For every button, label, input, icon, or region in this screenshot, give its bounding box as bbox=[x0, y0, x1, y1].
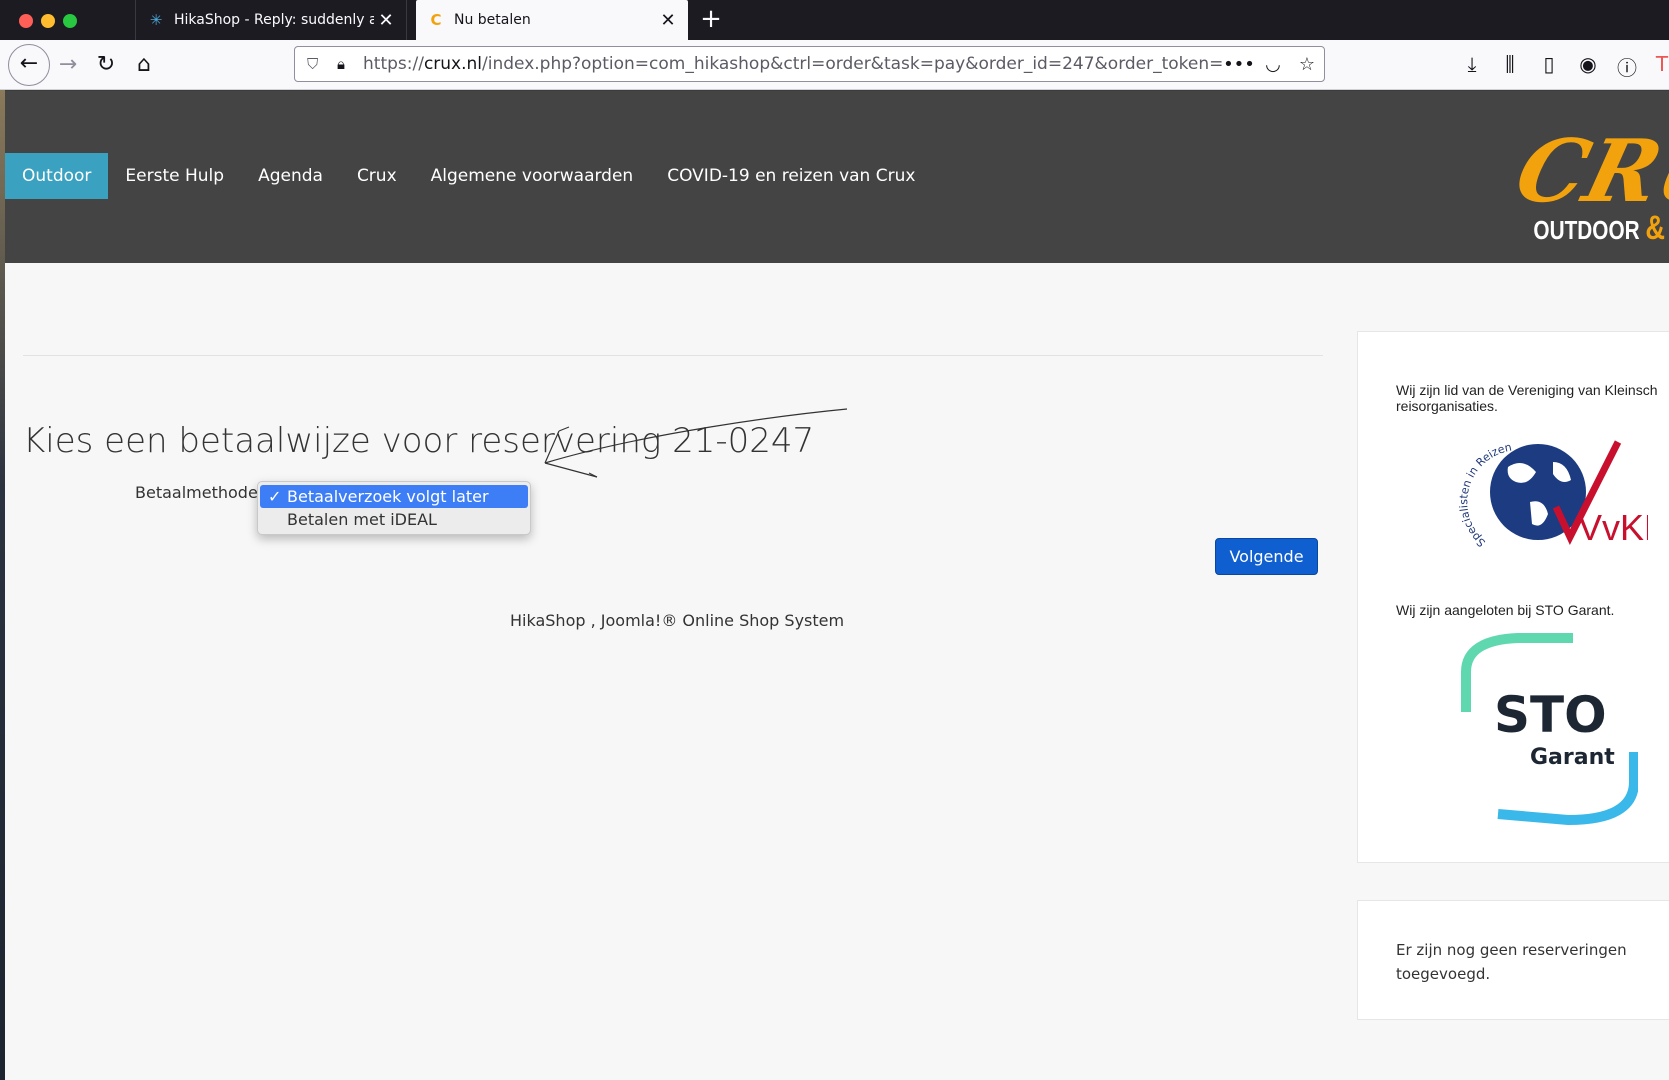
menu-item-eerste-hulp[interactable]: Eerste Hulp bbox=[108, 153, 241, 199]
back-button[interactable]: ← bbox=[8, 44, 50, 86]
svg-text:STO: STO bbox=[1494, 686, 1607, 744]
menu-item-algemene-voorwaarden[interactable]: Algemene voorwaarden bbox=[414, 153, 651, 199]
sidebar-icon[interactable]: ▯ bbox=[1535, 52, 1563, 76]
crux-favicon-icon: C bbox=[430, 11, 442, 29]
membership-panel: Wij zijn lid van de Vereniging van Klein… bbox=[1357, 331, 1669, 863]
vvkr-text-line1: Wij zijn lid van de Vereniging van Klein… bbox=[1396, 382, 1658, 398]
sto-garant-logo[interactable]: STO Garant bbox=[1458, 632, 1638, 827]
minimize-window-button[interactable] bbox=[41, 14, 55, 28]
checkmark-icon: ✓ bbox=[268, 487, 282, 506]
payment-option-betaalverzoek[interactable]: ✓ Betaalverzoek volgt later bbox=[260, 485, 528, 508]
shop-footer-text: HikaShop , Joomla!® Online Shop System bbox=[510, 611, 845, 630]
url-bar[interactable]: ⛉ 🔒︎ https://crux.nl/index.php?option=co… bbox=[294, 46, 1325, 82]
tab-title: HikaShop - Reply: suddenly a p bbox=[174, 12, 374, 28]
hikashop-favicon-icon: ✳ bbox=[149, 11, 163, 29]
sto-text: Wij zijn aangeloten bij STO Garant. bbox=[1396, 602, 1615, 618]
tab-nu-betalen[interactable]: C Nu betalen ✕ bbox=[416, 0, 688, 40]
payment-method-dropdown[interactable]: ✓ Betaalverzoek volgt later Betalen met … bbox=[257, 481, 531, 535]
home-button[interactable]: ⌂ bbox=[126, 47, 162, 83]
reservations-panel: Er zijn nog geen reserveringen toegevoeg… bbox=[1357, 900, 1669, 1020]
tracking-protection-shield-icon[interactable]: ⛉ bbox=[307, 55, 323, 73]
close-window-button[interactable] bbox=[19, 14, 33, 28]
page-content: Kies een betaalwijze voor reservering 21… bbox=[5, 263, 1669, 1080]
site-header: Outdoor Eerste Hulp Agenda Crux Algemene… bbox=[5, 91, 1669, 263]
library-icon[interactable]: ⫼ bbox=[1496, 52, 1524, 76]
divider bbox=[23, 355, 1323, 356]
tab-hikashop[interactable]: ✳ HikaShop - Reply: suddenly a p ✕ bbox=[135, 0, 407, 40]
downloads-icon[interactable]: ⤓ bbox=[1458, 52, 1486, 76]
svg-text:Garant: Garant bbox=[1530, 745, 1615, 770]
browser-tab-bar: ✳ HikaShop - Reply: suddenly a p ✕ C Nu … bbox=[0, 0, 1669, 40]
payment-method-label: Betaalmethode bbox=[135, 483, 258, 502]
svg-text:VvKR: VvKR bbox=[1578, 507, 1648, 548]
no-reservations-text: Er zijn nog geen reserveringen toegevoeg… bbox=[1396, 941, 1627, 983]
menu-item-covid[interactable]: COVID-19 en reizen van Crux bbox=[650, 153, 932, 199]
vvkr-text-line2: reisorganisaties. bbox=[1396, 398, 1498, 414]
close-tab-icon[interactable]: ✕ bbox=[374, 10, 398, 31]
annotation-arrow bbox=[544, 408, 848, 478]
menu-item-agenda[interactable]: Agenda bbox=[241, 153, 340, 199]
menu-item-crux[interactable]: Crux bbox=[340, 153, 414, 199]
tab-title: Nu betalen bbox=[454, 12, 531, 28]
reload-button[interactable]: ↻ bbox=[88, 47, 124, 83]
svg-text:CRUX: CRUX bbox=[1519, 120, 1669, 221]
crux-logo[interactable]: CRUX OUTDOOR & bbox=[1519, 91, 1669, 263]
browser-navigation-bar: ← → ↻ ⌂ ⛉ 🔒︎ https://crux.nl/index.php?o… bbox=[0, 40, 1669, 90]
pocket-icon[interactable]: ◡ bbox=[1256, 54, 1290, 75]
menu-item-outdoor[interactable]: Outdoor bbox=[5, 153, 109, 199]
vvkr-logo[interactable]: Specialisten in Reizen VvKR bbox=[1458, 432, 1648, 552]
main-menu: Outdoor Eerste Hulp Agenda Crux Algemene… bbox=[5, 153, 932, 199]
next-button[interactable]: Volgende bbox=[1215, 538, 1318, 575]
account-icon[interactable]: ◉ bbox=[1574, 52, 1602, 76]
forward-button[interactable]: → bbox=[50, 47, 86, 83]
zoom-window-button[interactable] bbox=[63, 14, 77, 28]
extension-info-icon[interactable]: ⓘ bbox=[1613, 52, 1641, 81]
bookmark-star-icon[interactable]: ☆ bbox=[1290, 54, 1324, 75]
lock-icon[interactable]: 🔒︎ bbox=[337, 55, 353, 73]
payment-option-ideal[interactable]: Betalen met iDEAL bbox=[260, 508, 528, 531]
page-actions-icon[interactable]: ••• bbox=[1222, 54, 1256, 75]
url-text[interactable]: https://crux.nl/index.php?option=com_hik… bbox=[363, 54, 1222, 74]
extension-icon[interactable]: T bbox=[1648, 52, 1669, 76]
close-tab-icon[interactable]: ✕ bbox=[656, 10, 680, 31]
new-tab-button[interactable]: + bbox=[696, 4, 726, 34]
